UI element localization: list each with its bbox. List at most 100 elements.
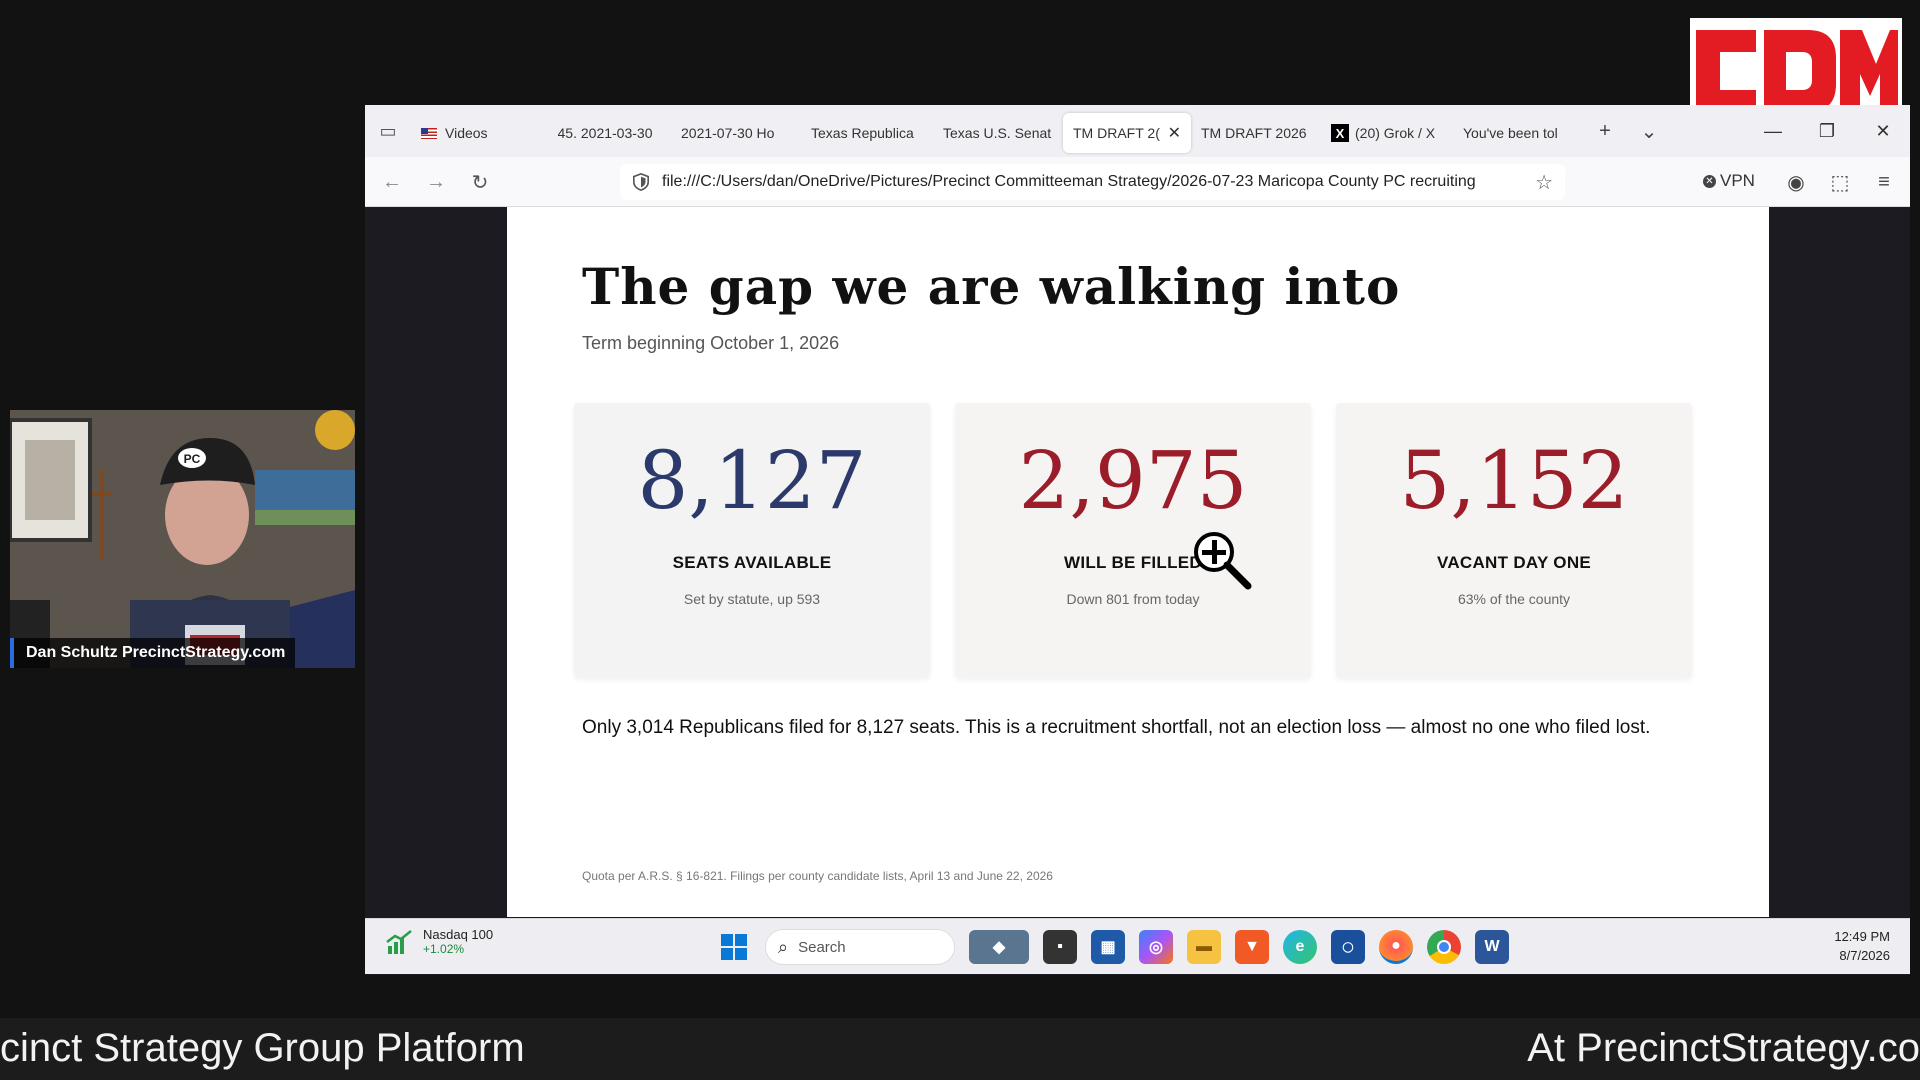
chrome-browser-button[interactable] bbox=[1427, 930, 1461, 964]
taskbar-apps: ⌕ Search ◆ ▪ ▦ ◎ ▬ ▼ e ◯ ● W bbox=[717, 927, 1509, 967]
tab-videos[interactable]: Videos bbox=[411, 113, 539, 153]
search-placeholder: Search bbox=[798, 938, 846, 956]
hamburger-menu-icon: ≡ bbox=[1878, 170, 1890, 193]
tab-grok[interactable]: X (20) Grok / X bbox=[1321, 113, 1453, 153]
tab-list-button[interactable]: ▭ bbox=[365, 105, 411, 157]
tab-youve-been-told[interactable]: You've been tol bbox=[1453, 113, 1583, 153]
minimize-button[interactable]: — bbox=[1745, 105, 1801, 157]
document-page: The gap we are walking into Term beginni… bbox=[507, 207, 1769, 917]
tab-overflow-button[interactable]: ⌄ bbox=[1627, 105, 1671, 157]
firefox-icon: ● bbox=[1391, 936, 1401, 954]
url-text: file:///C:/Users/dan/OneDrive/Pictures/P… bbox=[662, 173, 1476, 190]
chrome-icon bbox=[1437, 940, 1451, 954]
stat-note: Down 801 from today bbox=[1066, 591, 1200, 607]
extensions-button[interactable]: ⬚ bbox=[1827, 169, 1853, 195]
account-button[interactable]: ◉ bbox=[1783, 169, 1809, 195]
task-view-icon: ▪ bbox=[1057, 938, 1063, 955]
reload-button[interactable]: ↻ bbox=[463, 165, 497, 199]
tab-label: You've been tol bbox=[1463, 125, 1558, 141]
back-button[interactable]: ← bbox=[375, 165, 409, 199]
firefox-browser-button[interactable]: ● bbox=[1379, 930, 1413, 964]
tab-label: TM DRAFT 2026 bbox=[1201, 125, 1307, 141]
search-highlight-button[interactable]: ◆ bbox=[969, 930, 1029, 964]
flag-icon bbox=[421, 127, 437, 139]
task-view-button[interactable]: ▪ bbox=[1043, 930, 1077, 964]
dell-app-button[interactable]: ◯ bbox=[1331, 930, 1365, 964]
tab-2021-03-30[interactable]: 45. 2021-03-30 bbox=[539, 113, 671, 153]
dell-icon: ◯ bbox=[1342, 941, 1354, 953]
vpn-status-icon: ✕ bbox=[1703, 174, 1716, 188]
start-button[interactable] bbox=[717, 930, 751, 964]
new-tab-button[interactable]: + bbox=[1583, 105, 1627, 157]
taskbar-search[interactable]: ⌕ Search bbox=[765, 929, 955, 965]
bookmark-star-icon[interactable]: ☆ bbox=[1535, 170, 1553, 195]
tab-texas-republican[interactable]: Texas Republica bbox=[801, 113, 933, 153]
arrow-right-icon: → bbox=[426, 170, 446, 193]
word-app-button[interactable]: W bbox=[1475, 930, 1509, 964]
stat-note: 63% of the county bbox=[1457, 591, 1571, 607]
browser-window: ▭ Videos 45. 2021-03-30 2021-07-30 Ho Te… bbox=[365, 105, 1910, 975]
address-bar[interactable]: file:///C:/Users/dan/OneDrive/Pictures/P… bbox=[620, 164, 1565, 200]
page-title: The gap we are walking into bbox=[582, 257, 1401, 316]
restore-button[interactable]: ❐ bbox=[1799, 105, 1855, 157]
x-logo-icon: X bbox=[1331, 124, 1349, 142]
stat-card-seats-available: 8,127 SEATS AVAILABLE Set by statute, up… bbox=[574, 403, 930, 678]
stat-label: SEATS AVAILABLE bbox=[672, 553, 832, 572]
tab-tm-draft-2026[interactable]: TM DRAFT 2026 bbox=[1191, 113, 1321, 153]
forward-button[interactable]: → bbox=[419, 165, 453, 199]
tab-tm-draft-active[interactable]: TM DRAFT 2( ✕ bbox=[1063, 113, 1191, 153]
menu-button[interactable]: ≡ bbox=[1871, 169, 1897, 195]
arrow-left-icon: ← bbox=[382, 170, 402, 193]
system-clock[interactable]: 12:49 PM 8/7/2026 bbox=[1834, 927, 1890, 965]
tab-label: (20) Grok / X bbox=[1355, 125, 1436, 141]
minimize-icon: — bbox=[1764, 120, 1782, 141]
stock-name: Nasdaq 100 bbox=[423, 927, 494, 942]
tab-label: TM DRAFT 2( bbox=[1073, 125, 1160, 141]
brave-lion-icon: ▼ bbox=[1244, 938, 1260, 955]
restore-icon: ❐ bbox=[1818, 120, 1836, 141]
clock-time: 12:49 PM bbox=[1834, 929, 1890, 944]
tab-texas-us-senate[interactable]: Texas U.S. Senat bbox=[933, 113, 1063, 153]
tab-label: Videos bbox=[445, 125, 488, 141]
stat-note: Set by statute, up 593 bbox=[683, 591, 821, 607]
windows-logo-icon bbox=[721, 934, 747, 960]
stat-label: WILL BE FILLED bbox=[1064, 553, 1202, 572]
close-window-button[interactable]: ✕ bbox=[1855, 105, 1910, 157]
search-highlight-icon: ◆ bbox=[992, 939, 1006, 956]
webcam-feed: PC Dan Schultz PrecinctStrategy.com bbox=[10, 410, 355, 668]
cap-logo-text: PC bbox=[184, 452, 201, 466]
edge-browser-button[interactable]: e bbox=[1283, 930, 1317, 964]
store-app-button[interactable]: ▦ bbox=[1091, 930, 1125, 964]
copilot-app-button[interactable]: ◎ bbox=[1139, 930, 1173, 964]
page-footnote: Quota per A.R.S. § 16-821. Filings per c… bbox=[582, 869, 1053, 883]
vpn-label: VPN bbox=[1720, 171, 1755, 190]
tab-2021-07-30[interactable]: 2021-07-30 Ho bbox=[671, 113, 801, 153]
page-body-text: Only 3,014 Republicans filed for 8,127 s… bbox=[582, 717, 1651, 738]
tab-bar: ▭ Videos 45. 2021-03-30 2021-07-30 Ho Te… bbox=[365, 105, 1910, 157]
brave-browser-button[interactable]: ▼ bbox=[1235, 930, 1269, 964]
stat-value: 8,127 bbox=[637, 434, 867, 527]
close-icon: ✕ bbox=[1875, 120, 1891, 141]
search-icon: ⌕ bbox=[778, 936, 789, 957]
tab-label: 2021-07-30 Ho bbox=[681, 125, 775, 141]
stat-card-vacant-day-one: 5,152 VACANT DAY ONE 63% of the county bbox=[1336, 403, 1692, 678]
close-tab-icon[interactable]: ✕ bbox=[1168, 123, 1181, 143]
stat-card-will-be-filled: 2,975 WILL BE FILLED Down 801 from today bbox=[955, 403, 1311, 678]
banner-text-left: cinct Strategy Group Platform bbox=[0, 1026, 525, 1070]
tab-label: 45. 2021-03-30 bbox=[557, 125, 653, 141]
plus-icon: + bbox=[1599, 119, 1611, 142]
vpn-button[interactable]: ✕ VPN bbox=[1703, 171, 1755, 191]
navigation-bar: ← → ↻ file:///C:/Users/dan/OneDrive/Pict… bbox=[365, 157, 1910, 207]
scrolling-banner: cinct Strategy Group Platform At Precinc… bbox=[0, 1018, 1920, 1080]
clock-date: 8/7/2026 bbox=[1839, 948, 1890, 963]
extensions-icon: ⬚ bbox=[1830, 171, 1850, 194]
stock-widget[interactable]: Nasdaq 100 +1.02% bbox=[385, 927, 493, 956]
edge-icon: e bbox=[1295, 938, 1305, 955]
store-icon: ▦ bbox=[1100, 939, 1116, 956]
chevron-down-icon: ⌄ bbox=[1640, 120, 1658, 143]
file-explorer-button[interactable]: ▬ bbox=[1187, 930, 1221, 964]
copilot-icon: ◎ bbox=[1149, 939, 1163, 956]
folder-icon: ▬ bbox=[1196, 938, 1212, 955]
participant-name: Dan Schultz PrecinctStrategy.com bbox=[10, 638, 296, 668]
word-icon: W bbox=[1484, 938, 1500, 955]
